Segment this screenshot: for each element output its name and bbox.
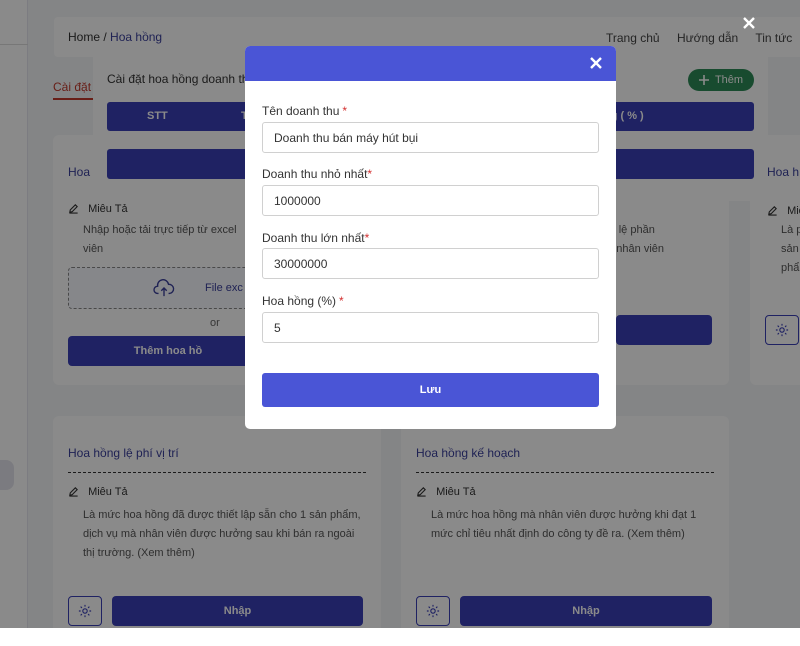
commission-rate-label: Hoa hồng (%) * xyxy=(262,294,344,308)
min-revenue-input[interactable] xyxy=(262,185,599,216)
required-mark: * xyxy=(342,104,348,118)
revenue-name-label: Tên doanh thu * xyxy=(262,104,348,118)
save-button[interactable]: Lưu xyxy=(262,373,599,407)
required-mark: * xyxy=(367,167,373,181)
required-mark: * xyxy=(339,294,344,308)
revenue-name-input[interactable] xyxy=(262,122,599,153)
close-icon[interactable] xyxy=(742,16,756,30)
modal-header xyxy=(245,46,616,81)
max-revenue-label: Doanh thu lớn nhất* xyxy=(262,231,370,245)
commission-rate-input[interactable] xyxy=(262,312,599,343)
revenue-commission-form-modal: Tên doanh thu* Doanh thu nhỏ nhất* Doanh… xyxy=(245,46,616,429)
min-revenue-label: Doanh thu nhỏ nhất* xyxy=(262,167,373,181)
close-icon[interactable] xyxy=(588,55,604,71)
required-mark: * xyxy=(364,231,370,245)
max-revenue-input[interactable] xyxy=(262,248,599,279)
